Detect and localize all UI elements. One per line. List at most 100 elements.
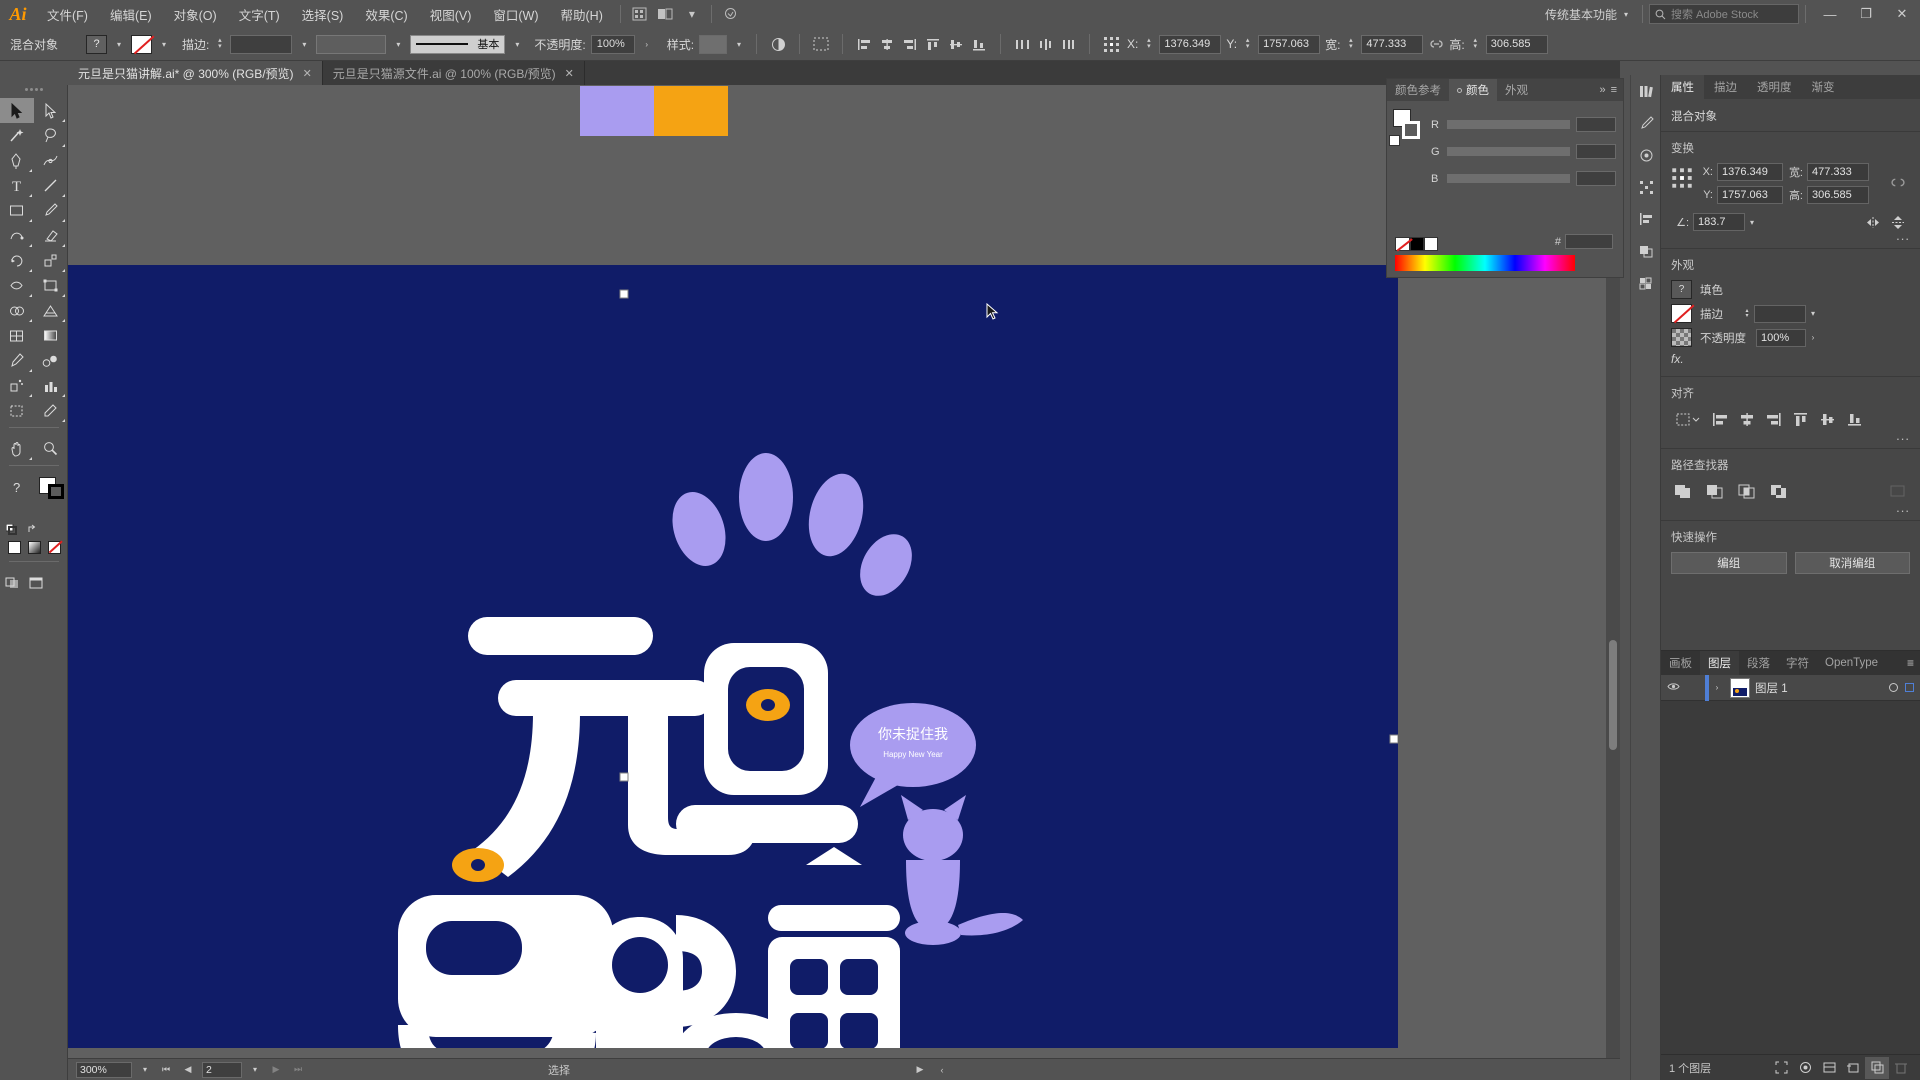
eye-icon[interactable] — [1661, 682, 1685, 694]
group-button[interactable]: 编组 — [1671, 552, 1787, 574]
channel-g-value[interactable] — [1576, 144, 1616, 159]
menu-help[interactable]: 帮助(H) — [550, 0, 614, 28]
color-spectrum-bar[interactable] — [1395, 255, 1575, 271]
color-channel-b[interactable]: B — [1431, 171, 1616, 186]
status-play-icon[interactable]: ▶ — [912, 1062, 928, 1078]
width-stepper[interactable]: ▴ ▾ — [1345, 35, 1356, 54]
y-stepper[interactable]: ▴ ▾ — [1242, 35, 1253, 54]
column-graph-tool[interactable] — [34, 373, 68, 398]
tab-layers[interactable]: 图层 — [1700, 651, 1739, 675]
color-mode-icon[interactable] — [4, 537, 24, 557]
menu-select[interactable]: 选择(S) — [291, 0, 355, 28]
color-panel[interactable]: 颜色参考 颜色 外观 » ≡ R G B # — [1386, 78, 1624, 278]
prev-page-icon[interactable]: ◀ — [180, 1062, 196, 1078]
line-segment-tool[interactable] — [34, 173, 68, 198]
zoom-level-field[interactable]: 300% — [76, 1061, 132, 1078]
tab-character[interactable]: 字符 — [1778, 651, 1817, 675]
align-bottom-icon[interactable] — [1843, 408, 1867, 430]
stroke-weight-chevron-down-icon[interactable]: ▾ — [1806, 304, 1820, 323]
stroke-swatch-button[interactable] — [131, 34, 155, 54]
locate-object-icon[interactable] — [1769, 1057, 1793, 1079]
align-center-horizontal-icon[interactable] — [876, 33, 898, 55]
rotate-tool[interactable] — [0, 248, 34, 273]
hex-field[interactable] — [1565, 234, 1613, 249]
align-bottom-icon[interactable] — [968, 33, 990, 55]
arrange-documents-icon[interactable] — [653, 3, 679, 25]
fx-label[interactable]: fx. — [1671, 352, 1684, 366]
color-quick-swatches[interactable] — [1395, 237, 1438, 251]
align-more-options[interactable]: ... — [1896, 428, 1910, 443]
select-similar-icon[interactable] — [810, 33, 832, 55]
angle-chevron-down-icon[interactable]: ▾ — [1745, 213, 1759, 232]
tab-properties[interactable]: 属性 — [1661, 75, 1704, 99]
layers-panel[interactable]: 画板 图层 段落 字符 OpenType ≡ › 图层 1 1 个图层 — [1661, 650, 1920, 1080]
swatch-none[interactable] — [1395, 237, 1410, 251]
stroke-weight-field[interactable] — [230, 34, 293, 54]
pathfinder-unite-icon[interactable] — [1671, 480, 1695, 502]
last-page-icon[interactable]: ⏭ — [290, 1062, 306, 1078]
curvature-tool[interactable] — [34, 148, 68, 173]
scrollbar-thumb[interactable] — [1609, 640, 1617, 750]
duplicate-layer-icon[interactable] — [1865, 1056, 1889, 1079]
pathfinder-extra-icon[interactable] — [1886, 480, 1910, 502]
properties-panel[interactable]: 属性 描边 透明度 渐变 混合对象 变换 X: 1376.349 宽: 477.… — [1660, 75, 1920, 1080]
layer-row[interactable]: › 图层 1 — [1661, 674, 1920, 701]
distribute-v-icon[interactable] — [1057, 33, 1079, 55]
minimize-button[interactable]: — — [1812, 0, 1848, 28]
selection-tool[interactable] — [0, 98, 34, 123]
transform-x-field[interactable]: 1376.349 — [1717, 163, 1783, 181]
transform-more-options[interactable]: ... — [1896, 228, 1910, 243]
tab-paragraph[interactable]: 段落 — [1739, 651, 1778, 675]
appearance-stroke-swatch[interactable] — [1671, 304, 1695, 324]
none-mode-icon[interactable] — [44, 537, 64, 557]
artboard[interactable]: 你未捉住我 Happy New Year — [68, 265, 1398, 1048]
gradient-mode-icon[interactable] — [24, 537, 44, 557]
delete-layer-icon[interactable] — [1889, 1057, 1913, 1079]
color-none-swatch[interactable] — [1389, 135, 1400, 146]
tab-gradient[interactable]: 渐变 — [1802, 75, 1845, 99]
page-number-field[interactable]: 2 — [202, 1061, 242, 1078]
close-button[interactable]: ✕ — [1884, 0, 1920, 28]
perspective-grid-tool[interactable] — [34, 298, 68, 323]
style-chevron-down-icon[interactable]: ▾ — [732, 35, 746, 54]
collapse-icon[interactable]: » — [1599, 84, 1605, 96]
align-center-vertical-icon[interactable] — [945, 33, 967, 55]
direct-selection-tool[interactable] — [34, 98, 68, 123]
appearance-fill-swatch[interactable]: ? — [1671, 280, 1692, 299]
opacity-chevron-down-icon[interactable]: › — [640, 35, 654, 54]
height-stepper[interactable]: ▴ ▾ — [1470, 35, 1481, 54]
gradient-tool[interactable] — [34, 323, 68, 348]
edit-toolbar-icon[interactable]: ? — [0, 474, 34, 499]
channel-b-slider[interactable] — [1447, 174, 1570, 183]
scale-tool[interactable] — [34, 248, 68, 273]
tools-panel-grip[interactable] — [0, 85, 67, 94]
document-tab-1[interactable]: 元旦是只猫讲解.ai* @ 300% (RGB/预览) ✕ — [68, 61, 323, 85]
align-right-icon[interactable] — [1762, 408, 1786, 430]
align-center-vertical-icon[interactable] — [1816, 408, 1840, 430]
blend-tool[interactable] — [34, 348, 68, 373]
brush-chevron-down-icon[interactable]: ▾ — [510, 35, 524, 54]
y-field[interactable]: 1757.063 — [1258, 34, 1321, 54]
tab-opentype[interactable]: OpenType — [1817, 651, 1886, 675]
tab-transparency[interactable]: 透明度 — [1747, 75, 1802, 99]
zoom-tool[interactable] — [34, 436, 68, 461]
distribute-center-icon[interactable] — [1034, 33, 1056, 55]
distribute-h-icon[interactable] — [1011, 33, 1033, 55]
screen-mode-icon[interactable] — [24, 570, 48, 595]
link-dimensions-icon[interactable] — [1428, 33, 1444, 55]
width-field[interactable]: 477.333 — [1361, 34, 1424, 54]
magic-wand-tool[interactable] — [0, 123, 34, 148]
stroke-profile-field[interactable] — [316, 34, 387, 54]
channel-r-slider[interactable] — [1447, 120, 1570, 129]
status-chevron-icon[interactable]: ‹ — [934, 1062, 950, 1078]
drawing-modes-icon[interactable] — [0, 570, 24, 595]
align-to-selection-icon[interactable] — [1671, 408, 1705, 430]
transform-w-field[interactable]: 477.333 — [1807, 163, 1869, 181]
height-field[interactable]: 306.585 — [1485, 34, 1548, 54]
chevron-down-icon[interactable]: ▾ — [679, 3, 705, 25]
tab-artboards[interactable]: 画板 — [1661, 651, 1700, 675]
reference-point-widget[interactable] — [1671, 167, 1693, 194]
free-transform-tool[interactable] — [34, 273, 68, 298]
color-stroke-swatch[interactable] — [1402, 121, 1420, 139]
align-left-icon[interactable] — [1708, 408, 1732, 430]
